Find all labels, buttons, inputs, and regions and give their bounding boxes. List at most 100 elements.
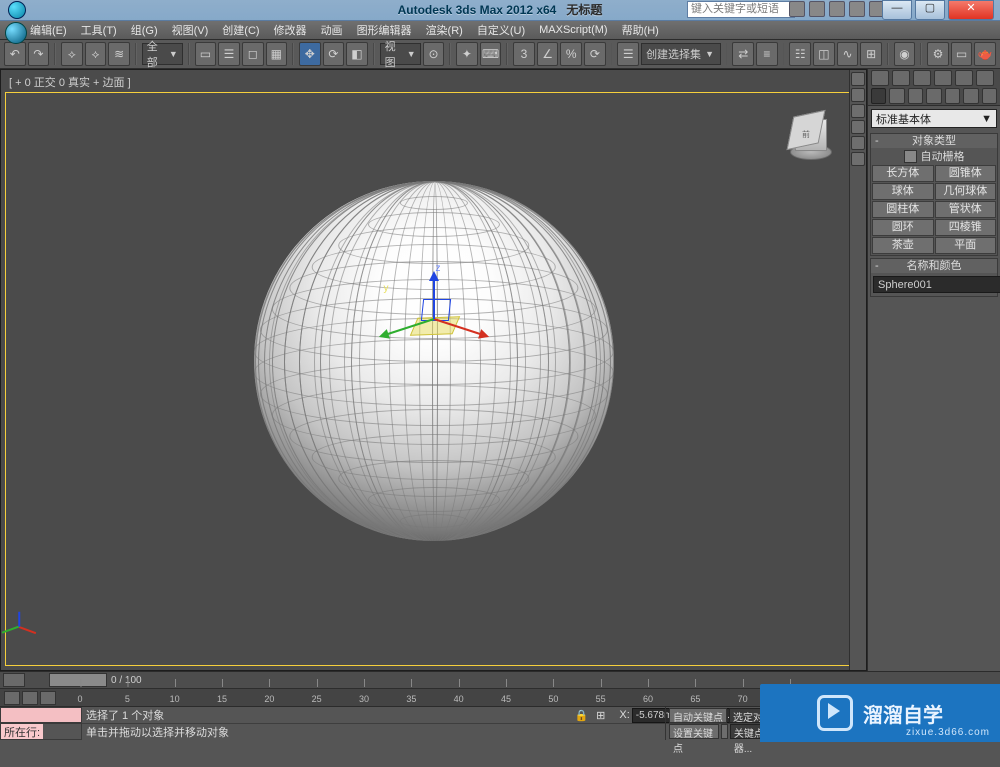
primitive-sphere[interactable]: 球体 <box>872 183 934 200</box>
helpers-subtab[interactable] <box>945 88 960 104</box>
transform-gizmo-icon[interactable]: ⊞ <box>596 709 605 722</box>
rendered-frame-button[interactable]: ▭ <box>951 42 973 66</box>
align-button[interactable]: ≡ <box>756 42 778 66</box>
lock-selection-icon[interactable]: 🔒 <box>574 709 588 722</box>
systems-subtab[interactable] <box>982 88 997 104</box>
schematic-view-button[interactable]: ⊞ <box>860 42 882 66</box>
primitive-cylinder[interactable]: 圆柱体 <box>872 201 934 218</box>
trackbar-filter-icon[interactable] <box>22 691 38 705</box>
light-icon[interactable] <box>851 72 865 86</box>
setkey-large-button[interactable] <box>721 724 728 739</box>
edit-named-sel-button[interactable]: ☰ <box>617 42 639 66</box>
primitive-box[interactable]: 长方体 <box>872 165 934 182</box>
mini-curve-editor-icon[interactable] <box>4 691 20 705</box>
trackbar-key-icon[interactable] <box>40 691 56 705</box>
window-crossing-button[interactable]: ▦ <box>266 42 288 66</box>
use-center-button[interactable]: ⊙ <box>423 42 445 66</box>
primitive-plane[interactable]: 平面 <box>935 237 997 254</box>
menu-customize[interactable]: 自定义(U) <box>477 22 525 38</box>
primitive-tube[interactable]: 管状体 <box>935 201 997 218</box>
unlink-button[interactable]: ⟡ <box>85 42 107 66</box>
display-icon[interactable] <box>851 120 865 134</box>
menu-maxscript[interactable]: MAXScript(M) <box>539 24 607 36</box>
primitive-torus[interactable]: 圆环 <box>872 219 934 236</box>
maximize-button[interactable]: ▢ <box>915 0 945 20</box>
scene-sphere-object[interactable]: y z <box>254 181 614 541</box>
select-move-button[interactable]: ✥ <box>299 42 321 66</box>
bind-spacewarp-button[interactable]: ≋ <box>108 42 130 66</box>
snap-toggle-button[interactable]: 3 <box>513 42 535 66</box>
menu-rendering[interactable]: 渲染(R) <box>426 22 463 38</box>
menu-group[interactable]: 组(G) <box>131 22 158 38</box>
application-menu-button[interactable] <box>5 22 27 44</box>
autogrid-checkbox[interactable]: 自动栅格 <box>871 148 997 164</box>
minimize-button[interactable]: — <box>882 0 912 20</box>
subscription-icon[interactable] <box>809 1 825 17</box>
category-dropdown[interactable]: 标准基本体▼ <box>871 109 997 128</box>
menu-help[interactable]: 帮助(H) <box>622 22 659 38</box>
select-scale-button[interactable]: ◧ <box>346 42 368 66</box>
viewport[interactable]: 前 y z <box>5 92 862 666</box>
material-editor-button[interactable]: ◉ <box>894 42 916 66</box>
gizmo-z-axis[interactable] <box>433 274 435 319</box>
primitive-geosphere[interactable]: 几何球体 <box>935 183 997 200</box>
viewcube[interactable]: 前 <box>782 111 837 166</box>
refcoord-dropdown[interactable]: 视图▼ <box>380 43 421 65</box>
primitive-teapot[interactable]: 茶壶 <box>872 237 934 254</box>
menu-views[interactable]: 视图(V) <box>172 22 209 38</box>
shapes-subtab[interactable] <box>889 88 904 104</box>
spacewarps-subtab[interactable] <box>963 88 978 104</box>
redo-button[interactable]: ↷ <box>28 42 50 66</box>
object-name-input[interactable] <box>873 276 1000 293</box>
render-setup-button[interactable]: ⚙ <box>927 42 949 66</box>
mirror-button[interactable]: ⇄ <box>732 42 754 66</box>
lock-icon[interactable] <box>851 88 865 102</box>
rollout-header-objecttype[interactable]: -对象类型 <box>871 134 997 148</box>
primitive-pyramid[interactable]: 四棱锥 <box>935 219 997 236</box>
undo-button[interactable]: ↶ <box>4 42 26 66</box>
geometry-subtab[interactable] <box>871 88 886 104</box>
percent-snap-button[interactable]: % <box>560 42 582 66</box>
viewport-label[interactable]: [ + 0 正交 0 真实 + 边面 ] <box>9 74 131 90</box>
exchange-icon[interactable] <box>829 1 845 17</box>
search-icon[interactable] <box>789 1 805 17</box>
lights-subtab[interactable] <box>908 88 923 104</box>
menu-tools[interactable]: 工具(T) <box>81 22 117 38</box>
select-object-button[interactable]: ▭ <box>195 42 217 66</box>
modify-tab[interactable] <box>892 70 910 86</box>
selection-filter-dropdown[interactable]: 全部▼ <box>142 43 183 65</box>
link-button[interactable]: ⟡ <box>61 42 83 66</box>
select-region-button[interactable]: ◻ <box>242 42 264 66</box>
utilities-tab[interactable] <box>976 70 994 86</box>
layers-button[interactable]: ☷ <box>789 42 811 66</box>
cameras-subtab[interactable] <box>926 88 941 104</box>
keyboard-shortcut-button[interactable]: ⌨ <box>480 42 502 66</box>
autokey-button[interactable]: 自动关键点 <box>669 708 727 723</box>
rollout-header-namecolor[interactable]: -名称和颜色 <box>871 259 997 273</box>
help-search-input[interactable]: 键入关键字或短语 <box>687 1 795 18</box>
create-tab[interactable] <box>871 70 889 86</box>
display-tab[interactable] <box>955 70 973 86</box>
menu-grapheditors[interactable]: 图形编辑器 <box>357 22 412 38</box>
angle-snap-button[interactable]: ∠ <box>537 42 559 66</box>
setkey-button[interactable]: 设置关键点 <box>669 724 719 739</box>
motion-tab[interactable] <box>934 70 952 86</box>
move-gizmo[interactable]: y z <box>364 263 504 373</box>
named-selection-dropdown[interactable]: 创建选择集▼ <box>641 43 721 65</box>
wrench-icon[interactable] <box>851 152 865 166</box>
select-by-name-button[interactable]: ☰ <box>218 42 240 66</box>
spinner-snap-button[interactable]: ⟳ <box>584 42 606 66</box>
render-production-button[interactable]: 🫖 <box>974 42 996 66</box>
time-slider-thumb[interactable] <box>49 673 107 687</box>
select-manipulate-button[interactable]: ✦ <box>456 42 478 66</box>
favorites-icon[interactable] <box>849 1 865 17</box>
hierarchy-tab[interactable] <box>913 70 931 86</box>
checkbox-icon[interactable] <box>904 150 917 163</box>
primitive-cone[interactable]: 圆锥体 <box>935 165 997 182</box>
select-rotate-button[interactable]: ⟳ <box>323 42 345 66</box>
menu-animation[interactable]: 动画 <box>321 22 343 38</box>
person-icon[interactable] <box>851 104 865 118</box>
trackbar-toggle-icon[interactable] <box>3 673 25 687</box>
curve-editor-button[interactable]: ∿ <box>837 42 859 66</box>
close-button[interactable]: ✕ <box>948 0 994 20</box>
